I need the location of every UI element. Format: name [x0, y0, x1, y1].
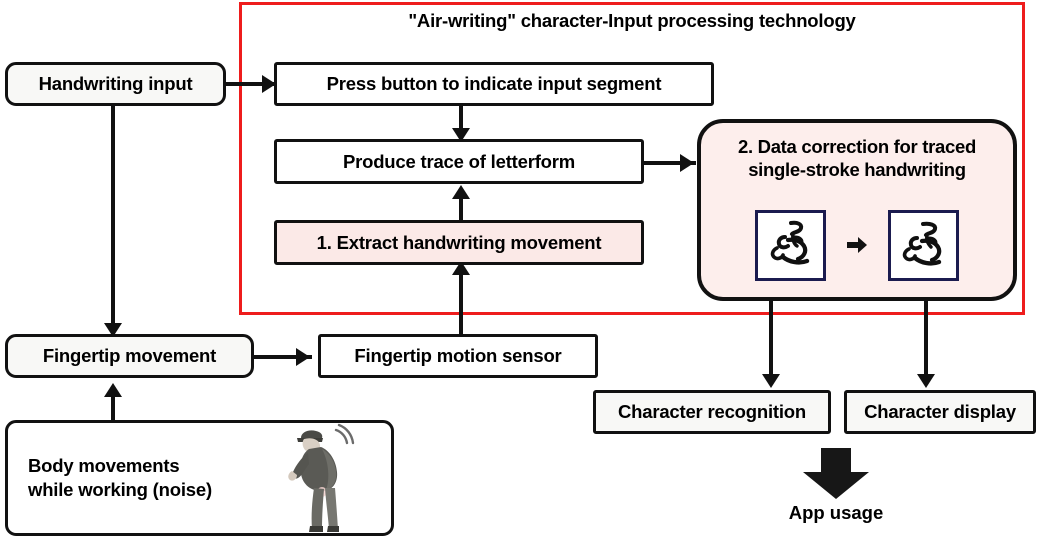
arrowhead-body-to-fingertip — [104, 383, 122, 397]
body-movements-line1: Body movements — [28, 454, 180, 476]
node-data-correction-title: 2. Data correction for traced single-str… — [701, 135, 1013, 181]
app-usage-block-arrow-icon — [799, 448, 873, 505]
node-press-button-label: Press button to indicate input segment — [326, 73, 662, 95]
handwriting-sample-after — [888, 209, 959, 281]
data-correction-line1: 2. Data correction for traced — [737, 136, 977, 157]
arrowhead-correction-to-recognition — [762, 374, 780, 388]
sample-comparison-row — [701, 204, 1013, 286]
connector-correction-to-recognition — [769, 299, 773, 379]
arrowhead-fingertip-to-sensor — [296, 348, 310, 366]
connector-sensor-to-extract — [459, 264, 463, 338]
node-fingertip-movement[interactable]: Fingertip movement — [5, 334, 254, 378]
node-character-display-label: Character display — [864, 401, 1016, 423]
diagram-canvas: "Air-writing" character-Input processing… — [0, 0, 1040, 542]
arrowhead-extract-to-produce — [452, 185, 470, 199]
region-title: "Air-writing" character-Input processing… — [408, 10, 856, 31]
arrowhead-correction-to-display — [917, 374, 935, 388]
node-fingertip-movement-label: Fingertip movement — [42, 345, 217, 367]
transform-arrow-icon — [844, 232, 870, 258]
node-fingertip-motion-sensor[interactable]: Fingertip motion sensor — [318, 334, 598, 378]
node-fingertip-sensor-label: Fingertip motion sensor — [354, 345, 562, 367]
node-press-button[interactable]: Press button to indicate input segment — [274, 62, 714, 106]
arrowhead-produce-to-correction — [680, 154, 694, 172]
node-body-movements-text: Body movements while working (noise) — [8, 454, 212, 503]
node-handwriting-input-label: Handwriting input — [38, 73, 193, 95]
node-character-recognition[interactable]: Character recognition — [593, 390, 831, 434]
body-movements-line2: while working (noise) — [28, 479, 212, 500]
connector-handwriting-to-fingertip — [111, 106, 115, 328]
worker-illustration-icon — [281, 422, 355, 534]
data-correction-line2: single-stroke handwriting — [748, 159, 966, 181]
node-produce-trace-label: Produce trace of letterform — [342, 150, 576, 172]
node-character-display[interactable]: Character display — [844, 390, 1036, 434]
node-character-recognition-label: Character recognition — [617, 401, 807, 423]
node-data-correction-panel[interactable]: 2. Data correction for traced single-str… — [697, 119, 1017, 301]
handwriting-sample-before — [755, 209, 826, 281]
node-extract-label: 1. Extract handwriting movement — [316, 231, 602, 253]
node-produce-trace[interactable]: Produce trace of letterform — [274, 139, 644, 184]
app-usage-label: App usage — [788, 502, 884, 523]
node-extract-handwriting-movement[interactable]: 1. Extract handwriting movement — [274, 220, 644, 265]
connector-correction-to-display — [924, 299, 928, 379]
node-handwriting-input[interactable]: Handwriting input — [5, 62, 226, 106]
